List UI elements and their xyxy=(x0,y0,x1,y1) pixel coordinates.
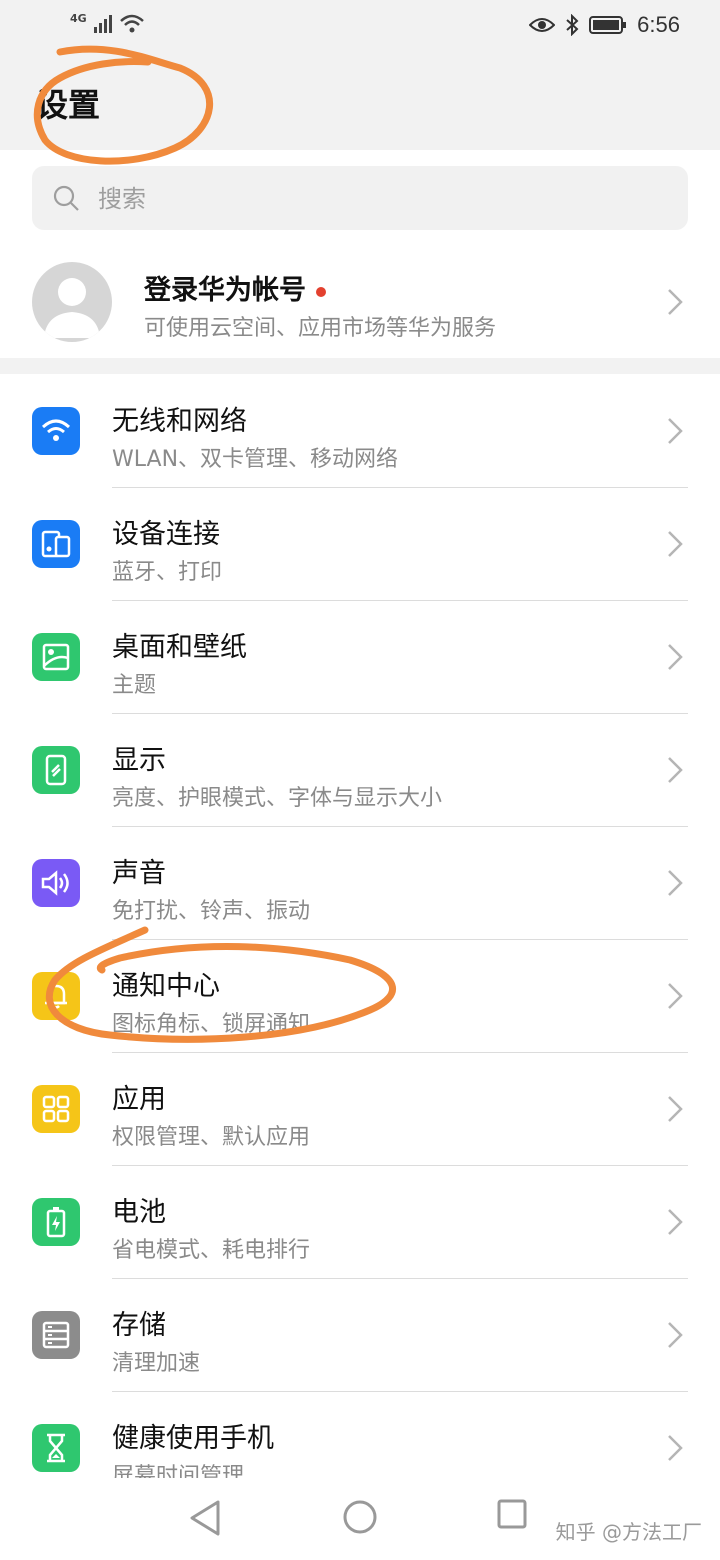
bell-icon xyxy=(45,984,67,1009)
settings-item-subtitle: 权限管理、默认应用 xyxy=(112,1125,311,1150)
navigation-bar: 知乎 @方法工厂 xyxy=(0,1478,720,1560)
chevron-right-icon xyxy=(668,1435,683,1461)
wallpaper-icon-box xyxy=(32,633,80,681)
settings-item-subtitle: 省电模式、耗电排行 xyxy=(112,1238,311,1263)
chevron-right-icon xyxy=(668,531,683,557)
settings-item-title: 声音 xyxy=(112,858,166,889)
bluetooth-icon xyxy=(566,14,579,36)
search-icon xyxy=(53,185,79,211)
wallpaper-icon xyxy=(42,643,70,671)
settings-item-title: 健康使用手机 xyxy=(112,1423,274,1454)
settings-item-subtitle: 蓝牙、打印 xyxy=(112,560,223,585)
settings-item-device-connection[interactable]: 设备连接 蓝牙、打印 xyxy=(0,488,720,601)
settings-item-title: 通知中心 xyxy=(112,971,220,1002)
device-connect-icon-box xyxy=(32,520,80,568)
recents-button[interactable] xyxy=(496,1498,528,1530)
settings-item-title: 无线和网络 xyxy=(112,406,247,437)
storage-icon-box xyxy=(32,1311,80,1359)
apps-icon-box xyxy=(32,1085,80,1133)
settings-item-digital-balance[interactable]: 健康使用手机 屏幕时间管理 xyxy=(0,1392,720,1478)
chevron-right-icon xyxy=(668,1096,683,1122)
account-title-text: 登录华为帐号 xyxy=(144,275,306,306)
chevron-right-icon xyxy=(668,289,683,315)
settings-item-title: 显示 xyxy=(112,745,166,776)
settings-item-subtitle: 图标角标、锁屏通知 xyxy=(112,1012,311,1037)
wifi-icon-box xyxy=(32,407,80,455)
chevron-right-icon xyxy=(668,870,683,896)
avatar xyxy=(32,262,112,342)
settings-item-title: 存储 xyxy=(112,1310,166,1341)
settings-item-battery[interactable]: 电池 省电模式、耗电排行 xyxy=(0,1166,720,1279)
settings-header: 设置 xyxy=(0,56,720,150)
chevron-right-icon xyxy=(668,1209,683,1235)
settings-item-wireless[interactable]: 无线和网络 WLAN、双卡管理、移动网络 xyxy=(0,375,720,488)
page-title: 设置 xyxy=(36,86,101,124)
settings-item-wallpaper[interactable]: 桌面和壁纸 主题 xyxy=(0,601,720,714)
display-icon xyxy=(45,754,67,786)
bell-icon-box xyxy=(32,972,80,1020)
apps-icon xyxy=(42,1095,70,1123)
huawei-account-row[interactable]: 登录华为帐号 可使用云空间、应用市场等华为服务 xyxy=(0,244,720,356)
hourglass-icon xyxy=(47,1433,65,1463)
battery-icon-box xyxy=(32,1198,80,1246)
settings-item-subtitle: 主题 xyxy=(112,673,157,698)
settings-item-title: 电池 xyxy=(112,1197,166,1228)
eye-icon xyxy=(529,18,556,32)
search-input[interactable] xyxy=(96,166,680,232)
display-icon-box xyxy=(32,746,80,794)
chevron-right-icon xyxy=(668,1322,683,1348)
device-connect-icon xyxy=(41,530,71,558)
settings-item-display[interactable]: 显示 亮度、护眼模式、字体与显示大小 xyxy=(0,714,720,827)
settings-item-subtitle: 清理加速 xyxy=(112,1351,201,1376)
wifi-icon xyxy=(41,419,71,441)
network-type-label: 4G xyxy=(70,11,87,25)
notification-dot xyxy=(316,286,326,297)
settings-item-title: 应用 xyxy=(112,1084,166,1115)
sound-icon xyxy=(41,870,69,896)
chevron-right-icon xyxy=(668,757,683,783)
settings-item-apps[interactable]: 应用 权限管理、默认应用 xyxy=(0,1053,720,1166)
settings-item-subtitle: 亮度、护眼模式、字体与显示大小 xyxy=(112,786,443,811)
battery-icon xyxy=(46,1207,66,1238)
account-subtitle: 可使用云空间、应用市场等华为服务 xyxy=(144,316,497,341)
settings-item-notification-center[interactable]: 通知中心 图标角标、锁屏通知 xyxy=(0,940,720,1053)
wifi-status-icon xyxy=(119,14,144,33)
settings-item-storage[interactable]: 存储 清理加速 xyxy=(0,1279,720,1392)
settings-item-subtitle: 免打扰、铃声、振动 xyxy=(112,899,311,924)
user-avatar-icon xyxy=(44,278,100,338)
storage-icon xyxy=(42,1321,70,1349)
watermark: 知乎 @方法工厂 xyxy=(555,1520,702,1544)
signal-icon xyxy=(93,15,112,33)
status-bar: 4G 6:56 xyxy=(0,0,720,56)
clock-time: 6:56 xyxy=(637,12,680,37)
settings-item-subtitle: 屏幕时间管理 xyxy=(112,1464,245,1478)
settings-item-title: 桌面和壁纸 xyxy=(112,632,247,663)
battery-status-icon xyxy=(589,16,627,34)
hourglass-icon-box xyxy=(32,1424,80,1472)
settings-item-subtitle: WLAN、双卡管理、移动网络 xyxy=(112,447,399,472)
chevron-right-icon xyxy=(668,418,683,444)
back-button[interactable] xyxy=(188,1498,222,1538)
settings-item-title: 设备连接 xyxy=(112,519,220,550)
chevron-right-icon xyxy=(668,983,683,1009)
sound-icon-box xyxy=(32,859,80,907)
settings-item-sound[interactable]: 声音 免打扰、铃声、振动 xyxy=(0,827,720,940)
home-button[interactable] xyxy=(341,1498,379,1536)
account-title: 登录华为帐号 xyxy=(144,268,326,307)
search-bar[interactable] xyxy=(32,166,688,232)
chevron-right-icon xyxy=(668,644,683,670)
section-divider xyxy=(0,358,720,374)
